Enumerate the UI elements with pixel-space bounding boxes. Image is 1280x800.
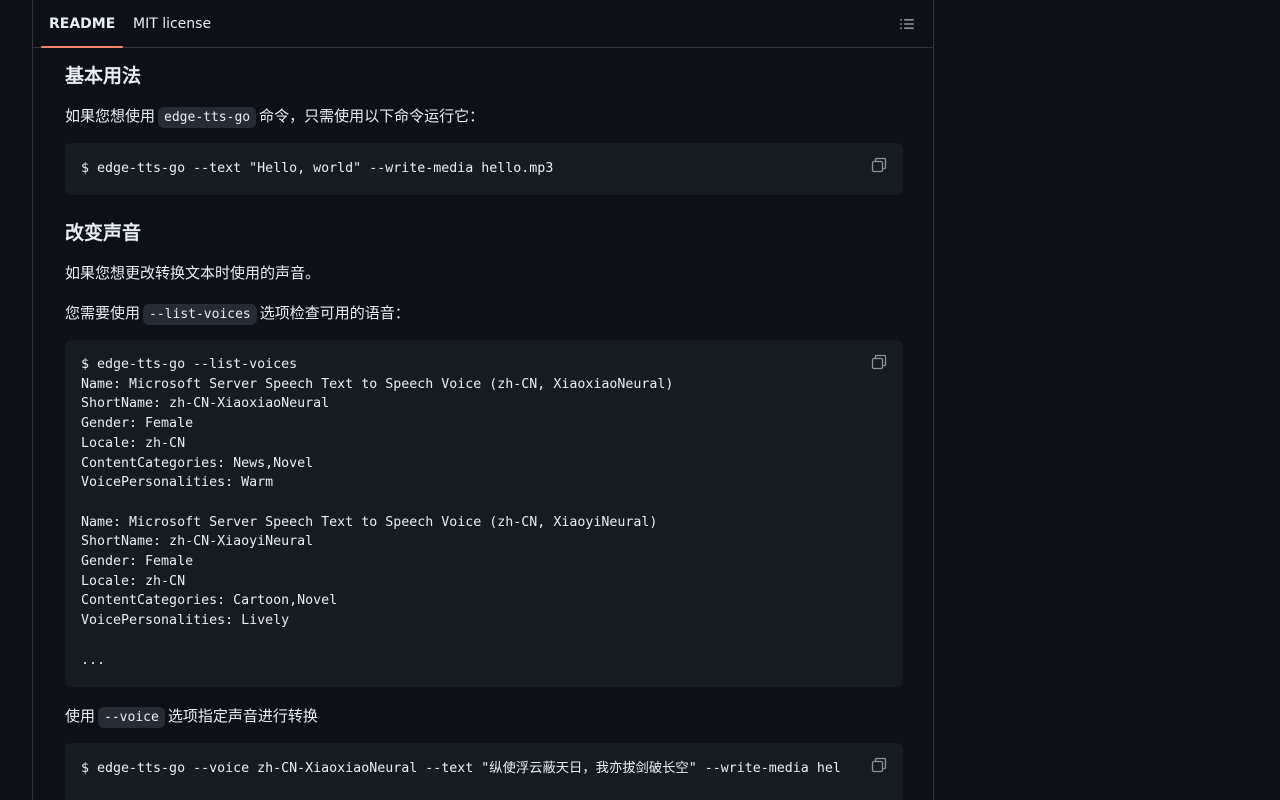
tab-license-label: MIT license (133, 16, 212, 32)
readme-panel: README MIT license 基本用法 如果您想使用 edge-tts-g (32, 0, 934, 800)
code-text-voice: $ edge-tts-go --voice zh-CN-XiaoxiaoNeur… (81, 761, 841, 776)
copy-icon (871, 757, 887, 773)
text-basic-usage-prefix: 如果您想使用 (65, 107, 156, 125)
paragraph-basic-usage: 如果您想使用 edge-tts-go 命令，只需使用以下命令运行它： (65, 105, 485, 128)
text-basic-usage-suffix: 命令，只需使用以下命令运行它： (259, 107, 485, 125)
copy-button[interactable] (871, 757, 887, 773)
text-voice-option-suffix: 选项指定声音进行转换 (167, 707, 318, 725)
copy-icon (871, 354, 887, 370)
code-text-basic-usage: $ edge-tts-go --text "Hello, world" --wr… (81, 161, 554, 176)
copy-button[interactable] (871, 157, 887, 173)
tab-mit-license[interactable]: MIT license (133, 0, 211, 47)
code-block-list-voices: $ edge-tts-go --list-voices Name: Micros… (65, 340, 903, 687)
paragraph-voice-option: 使用 --voice 选项指定声音进行转换 (65, 705, 318, 728)
heading-change-voice: 改变声音 (65, 222, 142, 244)
code-block-basic-usage: $ edge-tts-go --text "Hello, world" --wr… (65, 143, 903, 195)
list-unordered-icon (900, 19, 914, 29)
copy-button[interactable] (871, 354, 887, 370)
text-voice-option-prefix: 使用 (65, 707, 96, 725)
readme-tabbar: README MIT license (33, 0, 933, 48)
code-text-list-voices: $ edge-tts-go --list-voices Name: Micros… (81, 357, 674, 668)
text-list-voices-suffix: 选项检查可用的语音： (259, 304, 410, 322)
tab-active-underline (41, 46, 124, 48)
copy-icon (871, 157, 887, 173)
paragraph-change-voice: 如果您想更改转换文本时使用的声音。 (65, 264, 321, 282)
heading-basic-usage: 基本用法 (65, 65, 142, 87)
outline-button[interactable] (895, 13, 919, 37)
inline-code-voice: --voice (98, 707, 165, 728)
inline-code-list-voices: --list-voices (143, 304, 257, 325)
text-list-voices-prefix: 您需要使用 (65, 304, 141, 322)
paragraph-list-voices: 您需要使用 --list-voices 选项检查可用的语音： (65, 302, 410, 325)
code-block-voice: $ edge-tts-go --voice zh-CN-XiaoxiaoNeur… (65, 743, 903, 800)
tab-readme[interactable]: README (41, 0, 124, 48)
tab-readme-label: README (49, 16, 116, 32)
inline-code-edge-tts-go: edge-tts-go (158, 107, 257, 128)
